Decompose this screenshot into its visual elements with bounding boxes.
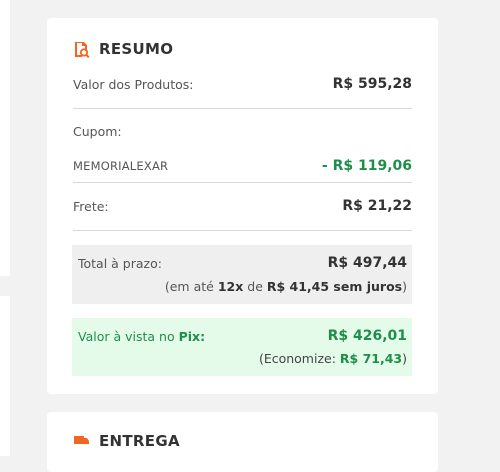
delivery-title: ENTREGA: [99, 432, 180, 450]
products-row: Valor dos Produtos: R$ 595,28: [73, 76, 412, 92]
pix-savings-close: ): [402, 351, 407, 366]
installment-total-label: Total à prazo:: [78, 255, 162, 271]
shipping-label: Frete:: [73, 198, 109, 214]
products-label: Valor dos Produtos:: [73, 76, 194, 92]
installment-total-row: Total à prazo: R$ 497,44: [78, 255, 407, 271]
installment-amount: R$ 41,45: [266, 279, 330, 294]
pix-label: Valor à vista no Pix:: [78, 329, 205, 344]
installment-prefix: (em até: [164, 279, 218, 294]
pix-total-value: R$ 426,01: [327, 328, 407, 344]
pix-total-box: Valor à vista no Pix: R$ 426,01 (Economi…: [72, 318, 412, 376]
summary-card: RESUMO Valor dos Produtos: R$ 595,28 Cup…: [47, 18, 438, 394]
installment-close: ): [402, 279, 407, 294]
coupon-code: MEMORIALEXAR: [73, 159, 169, 173]
shipping-value: R$ 21,22: [342, 198, 412, 214]
installment-total-box: Total à prazo: R$ 497,44 (em até 12x de …: [72, 245, 412, 304]
installment-total-value: R$ 497,44: [327, 255, 407, 271]
coupon-label: Cupom:: [73, 124, 122, 139]
installment-details: (em até 12x de R$ 41,45 sem juros): [165, 279, 407, 294]
divider: [73, 230, 412, 231]
delivery-card: ENTREGA: [47, 412, 438, 472]
left-panel-card-lower: [0, 296, 10, 456]
left-panel-card: [0, 0, 10, 276]
summary-header: RESUMO: [73, 40, 173, 58]
coupon-row: MEMORIALEXAR - R$ 119,06: [73, 158, 412, 174]
installment-mid: de: [243, 279, 267, 294]
shipping-row: Frete: R$ 21,22: [73, 198, 412, 214]
pix-savings-prefix: (Economize:: [258, 351, 340, 366]
coupon-label-row: Cupom:: [73, 124, 412, 139]
coupon-discount: - R$ 119,06: [321, 158, 412, 174]
summary-title: RESUMO: [99, 40, 174, 58]
pix-savings-amount: R$ 71,43: [339, 351, 403, 366]
receipt-search-icon: [73, 41, 90, 58]
installment-suffix: sem juros: [329, 279, 403, 294]
divider: [73, 108, 412, 109]
pix-label-strong: Pix:: [178, 328, 206, 344]
installment-count: 12x: [217, 279, 244, 294]
delivery-header: ENTREGA: [73, 432, 180, 450]
products-value: R$ 595,28: [332, 76, 412, 92]
truck-icon: [73, 433, 90, 450]
pix-label-prefix: Valor à vista no: [78, 328, 179, 344]
pix-total-row: Valor à vista no Pix: R$ 426,01: [78, 328, 407, 344]
divider: [73, 182, 412, 183]
pix-savings: (Economize: R$ 71,43): [259, 351, 407, 366]
